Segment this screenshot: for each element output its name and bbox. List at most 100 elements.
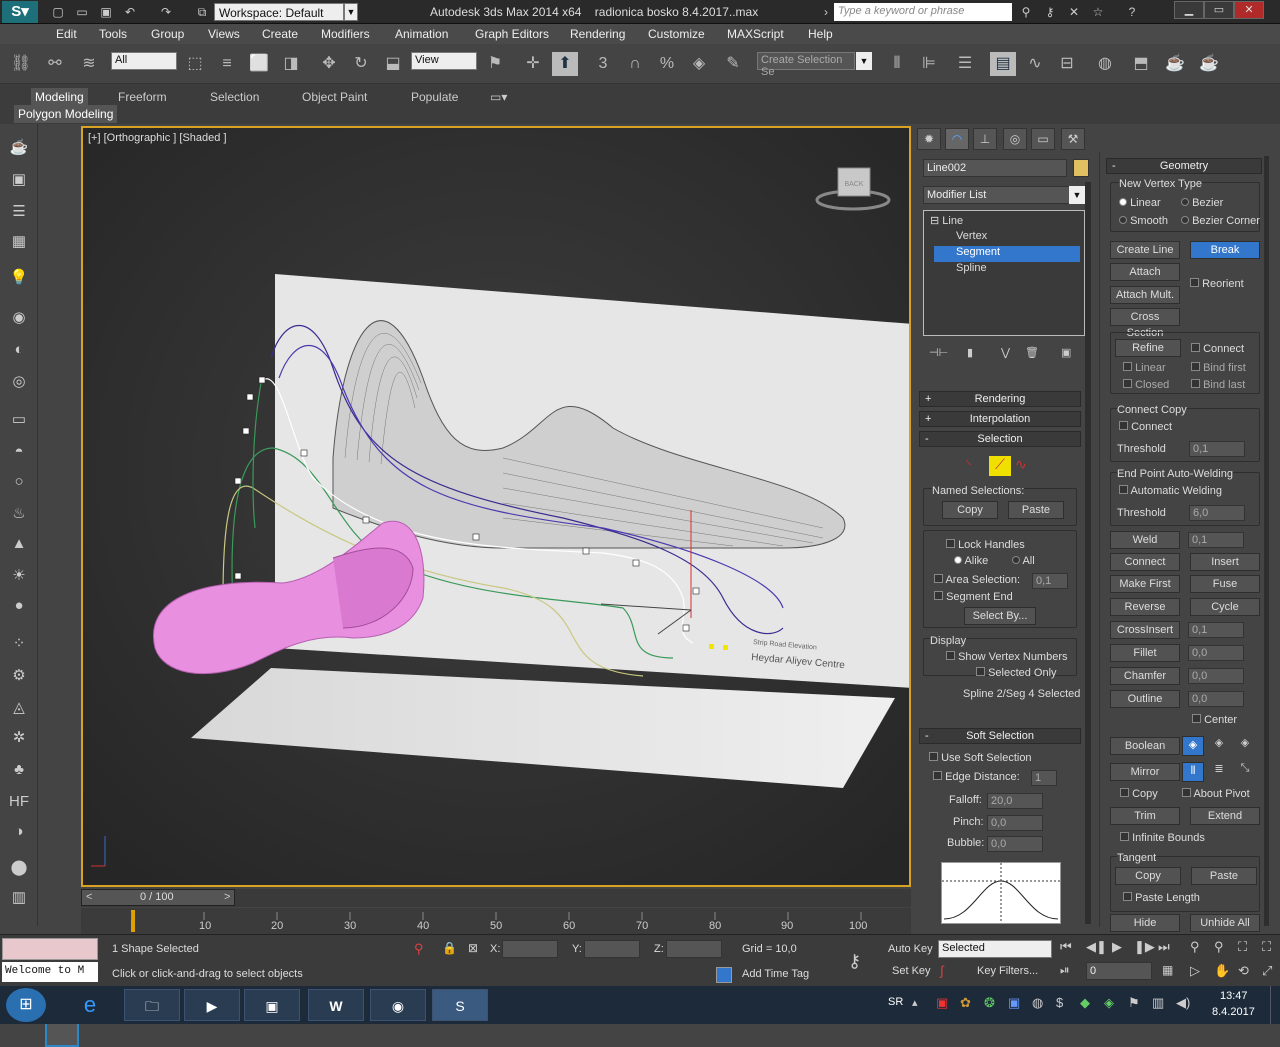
zoom-extents-all-icon[interactable]: ⛶ xyxy=(1262,939,1271,955)
configure-modifier-sets-icon[interactable]: ▣ xyxy=(1061,346,1071,359)
tray-icon-6[interactable]: $ xyxy=(1056,995,1063,1010)
ribbon-panel-polygon-modeling[interactable]: Polygon Modeling xyxy=(14,105,118,123)
motion-tab-icon[interactable]: ◎ xyxy=(1003,128,1027,150)
chrome-icon[interactable]: ◉ xyxy=(370,989,426,1021)
refine-button[interactable]: Refine xyxy=(1115,339,1181,357)
menu-customize[interactable]: Customize xyxy=(648,27,705,41)
list-icon[interactable]: ☰ xyxy=(6,200,32,224)
tab-object-paint[interactable]: Object Paint xyxy=(298,88,371,106)
rollout-soft-selection[interactable]: - Soft Selection xyxy=(919,728,1081,744)
hose-icon[interactable]: ⚙ xyxy=(6,664,32,688)
outline-spinner[interactable]: 0,0 xyxy=(1188,691,1244,707)
weld-spinner[interactable]: 0,1 xyxy=(1188,532,1244,548)
teapot-primitive-icon[interactable]: ♨ xyxy=(6,502,32,526)
rollout-rendering[interactable]: + Rendering xyxy=(919,391,1081,407)
select-manipulate-icon[interactable]: ✛ xyxy=(520,52,546,76)
copy-button[interactable]: Copy xyxy=(942,501,998,519)
maximize-button[interactable]: ▭ xyxy=(1204,1,1234,19)
mirror-vertical-icon[interactable]: ≣ xyxy=(1208,762,1230,782)
window-crossing-icon[interactable]: ◨ xyxy=(278,52,304,76)
fuse-button[interactable]: Fuse xyxy=(1190,575,1260,593)
layer-manager-icon[interactable]: ☰ xyxy=(952,52,978,76)
percent-snap-icon[interactable]: % xyxy=(654,52,680,76)
time-slider[interactable]: < 0 / 100 > xyxy=(81,889,235,906)
modifier-list-dropdown[interactable]: Modifier List xyxy=(923,186,1077,204)
box-icon[interactable]: ▭ xyxy=(6,408,32,432)
fillet-button[interactable]: Fillet xyxy=(1110,644,1180,662)
connect-threshold-spinner[interactable]: 0,1 xyxy=(1189,441,1245,457)
key-mode-toggle-icon[interactable]: ⏯ xyxy=(1060,963,1070,978)
chamfer-spinner[interactable]: 0,0 xyxy=(1188,668,1244,684)
pinch-spinner[interactable]: 0,0 xyxy=(987,815,1043,831)
scene-explorer-icon[interactable]: ▤ xyxy=(990,52,1016,76)
geometry-scrollbar[interactable] xyxy=(1264,156,1269,926)
ribbon-options-icon[interactable]: ▭▾ xyxy=(486,88,511,106)
next-frame-icon[interactable]: ❚▶ xyxy=(1134,939,1155,955)
menu-views[interactable]: Views xyxy=(208,27,240,41)
clock-time[interactable]: 13:47 xyxy=(1220,990,1248,1002)
show-desktop-button[interactable] xyxy=(1270,986,1280,1024)
photo-viewer-icon[interactable]: ▣ xyxy=(244,989,300,1021)
menu-edit[interactable]: Edit xyxy=(56,27,77,41)
orbit-icon[interactable]: ⟲ xyxy=(1238,963,1249,979)
hair-icon[interactable]: HF xyxy=(6,790,32,814)
file-explorer-icon[interactable]: 🗀 xyxy=(124,989,180,1021)
field-of-view-icon[interactable]: ▷ xyxy=(1190,963,1200,979)
fillet-spinner[interactable]: 0,0 xyxy=(1188,645,1244,661)
help-icon[interactable]: ? xyxy=(1124,4,1140,20)
schematic-view-icon[interactable]: ⊟ xyxy=(1054,52,1080,76)
weld-button[interactable]: Weld xyxy=(1110,531,1180,549)
particles-icon[interactable]: ⁘ xyxy=(6,632,32,656)
cycle-button[interactable]: Cycle xyxy=(1190,598,1260,616)
light-icon[interactable]: 💡 xyxy=(6,266,32,290)
menu-modifiers[interactable]: Modifiers xyxy=(321,27,370,41)
spinner-snap-icon[interactable]: ◈ xyxy=(686,52,712,76)
paste-button[interactable]: Paste xyxy=(1008,501,1064,519)
union-icon[interactable]: ◈ xyxy=(1182,736,1204,756)
render-production-icon[interactable]: ☕ xyxy=(1196,52,1222,76)
make-unique-icon[interactable]: ⋁ xyxy=(1001,346,1010,359)
pyramid-icon[interactable]: ◬ xyxy=(6,696,32,720)
hemisphere-icon[interactable]: ◓ xyxy=(6,440,32,464)
menu-rendering[interactable]: Rendering xyxy=(570,27,625,41)
tray-icon-4[interactable]: ▣ xyxy=(1008,995,1020,1011)
3ds-max-taskbar-icon[interactable]: S xyxy=(432,989,488,1021)
rectangular-selection-icon[interactable]: ⬜ xyxy=(246,52,272,76)
previous-frame-icon[interactable]: ◀❚ xyxy=(1086,939,1107,955)
maxscript-listener-pink[interactable] xyxy=(2,938,98,960)
selection-lock-icon[interactable]: 🔒 xyxy=(442,941,457,955)
selection-filter-dropdown[interactable]: All xyxy=(111,52,177,70)
crossinsert-spinner[interactable]: 0,1 xyxy=(1188,622,1244,638)
maxscript-listener[interactable]: Welcome to M xyxy=(2,962,98,982)
show-hidden-icons-icon[interactable]: ▴ xyxy=(912,996,918,1009)
cone-icon[interactable]: ▲ xyxy=(6,532,32,556)
star-icon[interactable]: ☆ xyxy=(1090,4,1106,20)
save-icon[interactable]: ▣ xyxy=(98,4,114,20)
scale-icon[interactable]: ⬓ xyxy=(380,52,406,76)
select-by-name-icon[interactable]: ≡ xyxy=(214,52,240,76)
pan-view-icon[interactable]: ✋ xyxy=(1214,963,1230,979)
reference-coordinate-dropdown[interactable]: View xyxy=(411,52,477,70)
absolute-mode-icon[interactable]: ⊠ xyxy=(468,941,478,955)
play-animation-icon[interactable]: ▶ xyxy=(1112,939,1122,955)
trim-button[interactable]: Trim xyxy=(1110,807,1180,825)
modify-tab-icon[interactable]: ◠ xyxy=(945,128,969,150)
keyboard-shortcut-override-icon[interactable]: ⬆ xyxy=(552,52,578,76)
object-name-field[interactable]: Line002 xyxy=(923,159,1067,177)
viewport[interactable]: Heydar Aliyev Centre Strip Road Elevatio… xyxy=(81,126,911,887)
binoculars-icon[interactable]: ⚲ xyxy=(1018,4,1034,20)
disc-icon[interactable]: ● xyxy=(6,594,32,618)
zoom-extents-icon[interactable]: ⛶ xyxy=(1238,939,1247,955)
edit-named-selection-icon[interactable]: ✎ xyxy=(720,52,746,76)
remove-modifier-icon[interactable]: 🗑 xyxy=(1025,346,1039,359)
spline-level-icon[interactable]: ∿ xyxy=(1015,456,1037,476)
pivot-center-icon[interactable]: ⚑ xyxy=(482,52,508,76)
pin-stack-icon[interactable]: ⊣⊢ xyxy=(929,346,948,359)
bind-spacewarp-icon[interactable]: ≋ xyxy=(76,52,102,76)
rollout-interpolation[interactable]: + Interpolation xyxy=(919,411,1081,427)
menu-group[interactable]: Group xyxy=(151,27,184,41)
rollout-selection[interactable]: - Selection xyxy=(919,431,1081,447)
chamfer-button[interactable]: Chamfer xyxy=(1110,667,1180,685)
falloff-spinner[interactable]: 20,0 xyxy=(987,793,1043,809)
go-to-end-icon[interactable]: ⏭ xyxy=(1158,939,1170,955)
